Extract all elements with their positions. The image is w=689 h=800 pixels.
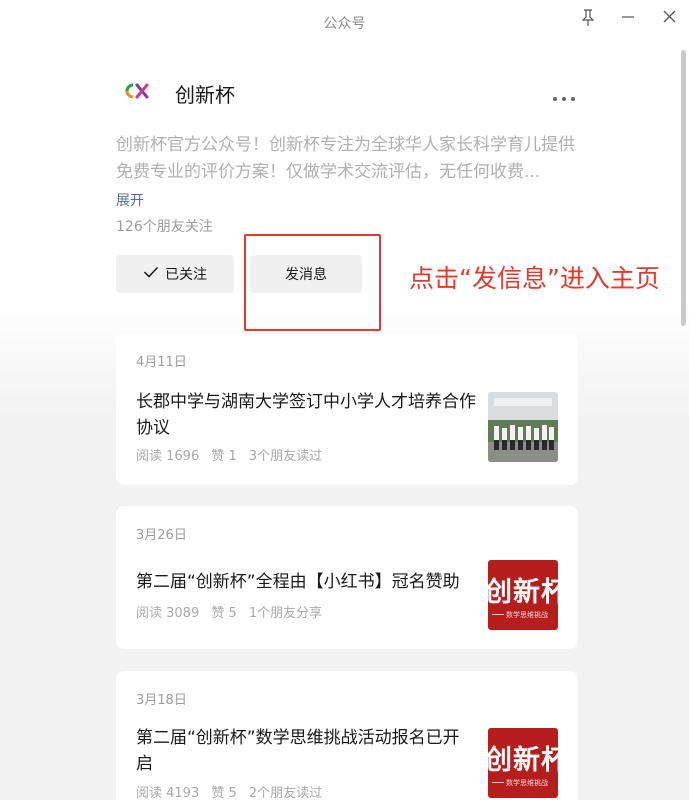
brand-logo-icon [123,81,151,101]
read-count: 阅读 4193 [136,786,200,800]
official-account-window: 公众号 创新杯 创新杯官方公众号！创新杯专注为全球华人家长科学育儿提供免费专业的… [0,0,689,800]
thumbnail-divider [492,782,504,783]
like-count: 赞 1 [211,449,237,464]
friends-follow-count: 126个朋友关注 [116,219,213,235]
article-card[interactable]: 3月26日 第二届“创新杯”全程由【小红书】冠名赞助 阅读 3089 赞 5 1… [116,506,578,649]
thumbnail-title: 创新杯 [488,577,558,608]
article-thumbnail: 创新杯 数学思维挑战 [488,560,558,630]
scrollbar-thumb[interactable] [681,50,686,326]
like-count: 赞 5 [211,606,237,621]
article-title: 第二届“创新杯”全程由【小红书】冠名赞助 [136,572,460,592]
account-name: 创新杯 [175,83,235,107]
annotation-text: 点击“发信息”进入主页 [409,264,660,293]
article-date: 3月18日 [136,693,187,708]
thumbnail-subtitle: 数学思维挑战 [506,611,548,619]
group-photo-thumbnail [488,392,558,462]
article-meta: 阅读 1696 赞 1 3个朋友读过 [136,445,330,464]
title-bar: 公众号 [0,0,689,44]
pin-icon[interactable] [575,7,601,29]
article-card[interactable]: 3月18日 第二届“创新杯”数学思维挑战活动报名已开启 阅读 4193 赞 5 … [116,671,578,800]
article-date: 3月26日 [136,528,187,543]
thumbnail-title: 创新杯 [488,745,558,776]
check-icon [143,266,159,282]
like-count: 赞 5 [211,786,237,800]
friends-read: 2个朋友读过 [248,786,323,800]
article-meta: 阅读 4193 赞 5 2个朋友读过 [136,782,330,800]
article-thumbnail: 创新杯 数学思维挑战 [488,728,558,798]
annotation-highlight-box [244,234,381,331]
friends-share: 1个朋友分享 [248,606,323,621]
article-date: 4月11日 [136,355,187,370]
read-count: 阅读 1696 [136,449,200,464]
friends-read: 3个朋友读过 [248,449,323,464]
article-meta: 阅读 3089 赞 5 1个朋友分享 [136,602,330,621]
article-card[interactable]: 4月11日 长郡中学与湖南大学签订中小学人才培养合作协议 阅读 1696 赞 1… [116,333,578,485]
followed-button[interactable]: 已关注 [116,255,234,293]
account-description: 创新杯官方公众号！创新杯专注为全球华人家长科学育儿提供免费专业的评价方案！仅做学… [116,135,575,182]
article-thumbnail [488,392,558,462]
minimize-icon[interactable] [615,7,641,29]
close-icon[interactable] [657,7,683,29]
thumbnail-divider [492,614,504,615]
expand-link[interactable]: 展开 [116,190,144,210]
followed-label: 已关注 [165,267,207,283]
read-count: 阅读 3089 [136,606,200,621]
article-title: 长郡中学与湖南大学签订中小学人才培养合作协议 [136,392,476,438]
thumbnail-subtitle: 数学思维挑战 [506,779,548,787]
article-title: 第二届“创新杯”数学思维挑战活动报名已开启 [136,728,460,774]
more-dots-icon[interactable] [552,88,576,101]
